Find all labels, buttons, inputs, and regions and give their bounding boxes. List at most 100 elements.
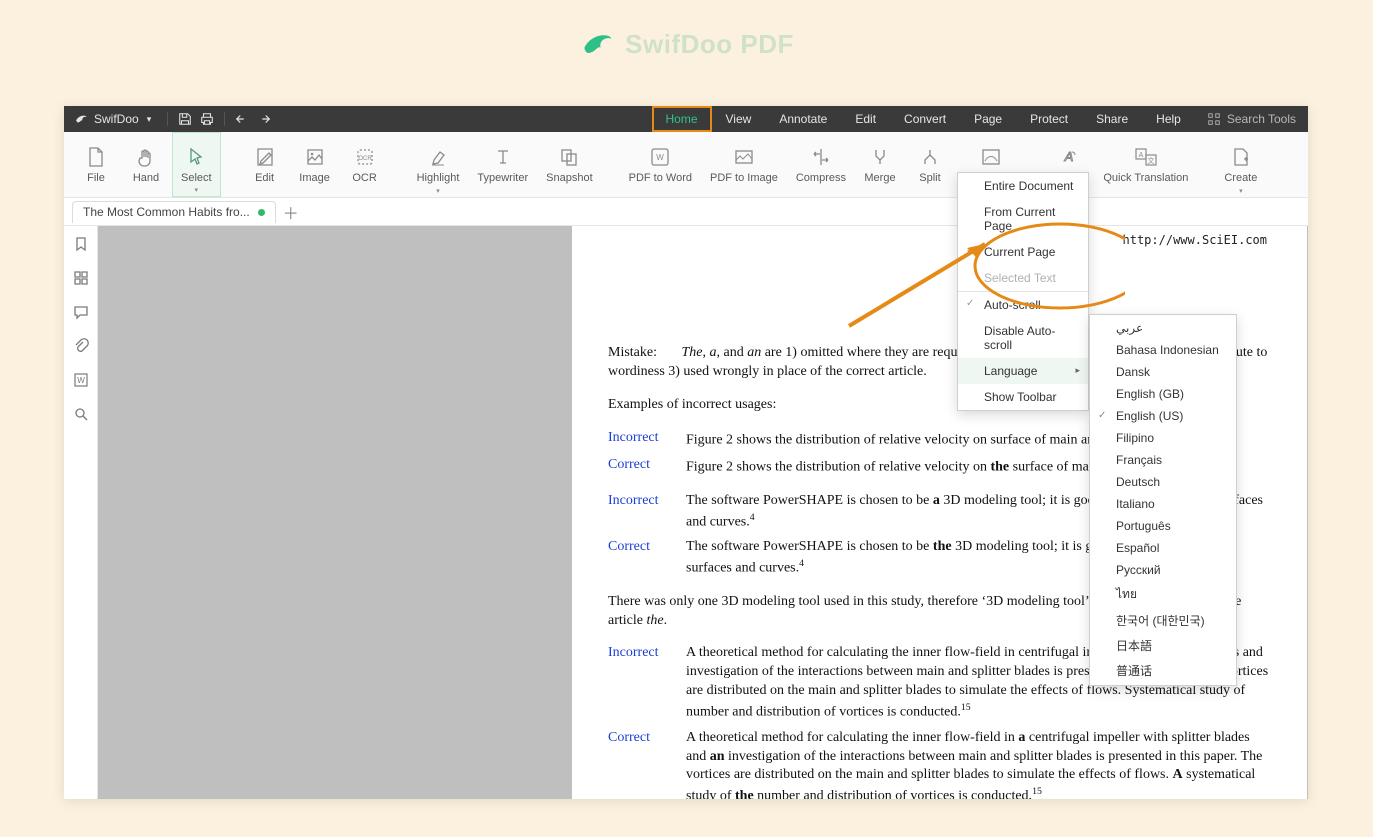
dd-auto-scroll[interactable]: ✓Auto-scroll: [958, 292, 1088, 318]
tab-share[interactable]: Share: [1082, 106, 1142, 132]
brand-text: SwifDoo PDF: [625, 29, 794, 60]
side-panel: W: [64, 226, 98, 799]
highlight-icon: [428, 146, 448, 168]
language-option[interactable]: 한국어 (대한민국): [1090, 608, 1236, 633]
dd-current-page[interactable]: ✓Current Page: [958, 239, 1088, 265]
ribbon-edit[interactable]: Edit: [241, 132, 289, 197]
translate-icon: A文: [1134, 146, 1158, 168]
read-dropdown: Entire Document From Current Page ✓Curre…: [957, 172, 1089, 411]
cursor-icon: [186, 146, 206, 168]
svg-text:A: A: [1064, 149, 1074, 164]
tab-protect[interactable]: Protect: [1016, 106, 1082, 132]
ribbon-highlight[interactable]: Highlight ▾: [409, 132, 468, 197]
bookmarks-icon[interactable]: [71, 234, 91, 254]
language-option[interactable]: 日本語: [1090, 633, 1236, 658]
app-window: SwifDoo ▾ Home View Annotate Edit Conver…: [64, 106, 1308, 799]
caret-down-icon: ▾: [147, 114, 152, 125]
dd-disable-auto-scroll[interactable]: Disable Auto-scroll: [958, 318, 1088, 358]
caret-down-icon: ▾: [1239, 187, 1243, 195]
language-option[interactable]: عربي: [1090, 317, 1236, 339]
ribbon-merge[interactable]: Merge: [856, 132, 904, 197]
svg-text:W: W: [657, 153, 665, 162]
language-option[interactable]: ไทย: [1090, 581, 1236, 608]
check-icon: ✓: [966, 298, 974, 309]
ribbon-typewriter[interactable]: Typewriter: [469, 132, 536, 197]
menubar: SwifDoo ▾ Home View Annotate Edit Conver…: [64, 106, 1308, 132]
language-option[interactable]: Русский: [1090, 559, 1236, 581]
image-icon: [305, 146, 325, 168]
word-icon: W: [649, 146, 671, 168]
ribbon-ocr[interactable]: OCR OCR: [341, 132, 389, 197]
page-header-url: http://www.SciEI.com: [1123, 232, 1268, 248]
caret-down-icon: ▾: [436, 187, 440, 195]
tab-help[interactable]: Help: [1142, 106, 1195, 132]
undo-icon[interactable]: [231, 106, 253, 132]
search-tools-label: Search Tools: [1227, 112, 1296, 126]
tab-home[interactable]: Home: [652, 106, 712, 132]
print-icon[interactable]: [196, 106, 218, 132]
tab-edit[interactable]: Edit: [841, 106, 890, 132]
language-option[interactable]: Dansk: [1090, 361, 1236, 383]
document-tab[interactable]: The Most Common Habits fro...: [72, 201, 276, 223]
save-icon[interactable]: [174, 106, 196, 132]
language-option[interactable]: Português: [1090, 515, 1236, 537]
language-option[interactable]: Bahasa Indonesian: [1090, 339, 1236, 361]
ribbon-snapshot[interactable]: Snapshot: [538, 132, 600, 197]
ribbon-quick-translation[interactable]: A文 Quick Translation: [1095, 132, 1196, 197]
language-option[interactable]: Filipino: [1090, 427, 1236, 449]
separator: [167, 112, 168, 126]
thumbnails-icon[interactable]: [71, 268, 91, 288]
document-tabbar: The Most Common Habits fro... ＋: [64, 198, 1308, 226]
language-option[interactable]: English (GB): [1090, 383, 1236, 405]
redo-icon[interactable]: [253, 106, 275, 132]
ribbon-select[interactable]: Select ▾: [172, 132, 221, 197]
ribbon-image[interactable]: Image: [291, 132, 339, 197]
file-icon: [86, 146, 106, 168]
dd-language[interactable]: Language▸: [958, 358, 1088, 384]
search-tools[interactable]: Search Tools: [1195, 112, 1308, 126]
tab-page[interactable]: Page: [960, 106, 1016, 132]
ribbon-pdf-to-word[interactable]: W PDF to Word: [621, 132, 700, 197]
svg-text:W: W: [77, 376, 85, 385]
document-tab-label: The Most Common Habits fro...: [83, 205, 250, 219]
ribbon-pdf-to-image[interactable]: PDF to Image: [702, 132, 786, 197]
dd-from-current-page[interactable]: From Current Page: [958, 199, 1088, 239]
language-option[interactable]: Español: [1090, 537, 1236, 559]
app-menu[interactable]: SwifDoo ▾: [64, 106, 161, 132]
language-option[interactable]: ✓English (US): [1090, 405, 1236, 427]
compress-icon: [810, 146, 832, 168]
language-submenu: عربيBahasa IndonesianDanskEnglish (GB)✓E…: [1089, 314, 1237, 686]
main-tabs: Home View Annotate Edit Convert Page Pro…: [652, 106, 1195, 132]
language-option[interactable]: Français: [1090, 449, 1236, 471]
ribbon-hand[interactable]: Hand: [122, 132, 170, 197]
comments-icon[interactable]: [71, 302, 91, 322]
to-image-icon: [733, 146, 755, 168]
language-option[interactable]: 普通话: [1090, 658, 1236, 683]
grid-icon: [1207, 112, 1221, 126]
dd-entire-document[interactable]: Entire Document: [958, 173, 1088, 199]
ribbon-compress[interactable]: Compress: [788, 132, 854, 197]
snapshot-icon: [559, 146, 579, 168]
create-icon: [1230, 146, 1252, 168]
attachments-icon[interactable]: [71, 336, 91, 356]
language-option[interactable]: Deutsch: [1090, 471, 1236, 493]
tab-convert[interactable]: Convert: [890, 106, 960, 132]
svg-text:A: A: [1139, 152, 1144, 159]
ribbon-create[interactable]: Create ▾: [1216, 132, 1265, 197]
add-tab-button[interactable]: ＋: [280, 201, 302, 223]
search-icon[interactable]: [71, 404, 91, 424]
dd-show-toolbar[interactable]: Show Toolbar: [958, 384, 1088, 410]
check-icon: ✓: [966, 245, 974, 256]
brand-header: SwifDoo PDF: [0, 26, 1373, 62]
chevron-right-icon: ▸: [1075, 365, 1080, 376]
tab-annotate[interactable]: Annotate: [765, 106, 841, 132]
brand-logo-icon: [579, 26, 615, 62]
language-option[interactable]: Italiano: [1090, 493, 1236, 515]
tab-view[interactable]: View: [712, 106, 766, 132]
ribbon-split[interactable]: Split: [906, 132, 954, 197]
word-export-icon[interactable]: W: [71, 370, 91, 390]
unsaved-dot-icon: [258, 209, 265, 216]
ribbon-file[interactable]: File: [72, 132, 120, 197]
hand-icon: [136, 146, 156, 168]
check-icon: ✓: [1098, 410, 1106, 421]
